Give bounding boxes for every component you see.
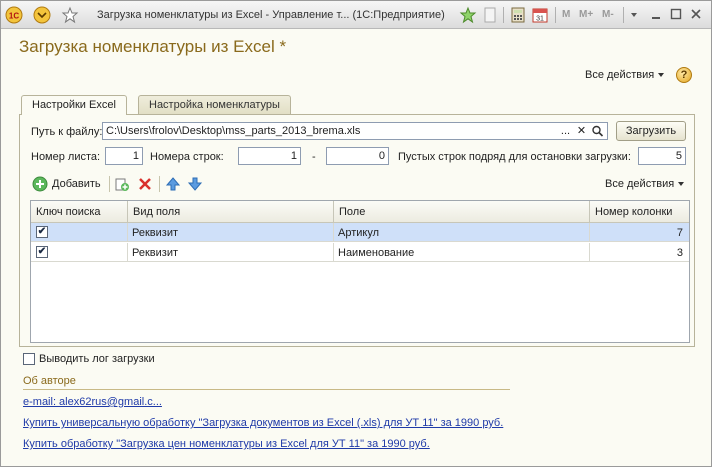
toolbar-separator [623,7,624,23]
add-button[interactable]: Добавить [32,176,104,192]
maximize-icon[interactable] [669,7,683,21]
sheet-number-label: Номер листа: [31,151,101,163]
column-number-cell[interactable]: 3 [590,243,689,262]
table-row[interactable]: ✔ Реквизит Артикул 7 [31,223,689,242]
calculator-icon[interactable] [509,6,527,24]
title-bar: 1С Загрузка номенклатуры из Excel - Упра… [1,1,711,29]
about-divider [23,389,510,390]
help-icon[interactable]: ? [676,67,692,83]
search-key-checkbox[interactable]: ✔ [36,226,48,238]
svg-text:1С: 1С [9,12,19,21]
toolbar-separator [109,176,110,192]
select-file-button[interactable]: ... [558,123,573,139]
buy-documents-processing-link[interactable]: Купить универсальную обработку "Загрузка… [23,417,503,429]
column-header-field[interactable]: Поле [334,201,590,223]
menu-dropdown-icon[interactable] [33,6,51,24]
search-key-cell[interactable]: ✔ [31,243,128,262]
about-author-heading: Об авторе [23,375,76,387]
tab-excel-settings[interactable]: Настройки Excel [21,95,127,115]
table-all-actions-menu[interactable]: Все действия [605,178,685,190]
close-icon[interactable] [689,7,703,21]
chevron-down-icon[interactable] [625,6,643,24]
minimize-icon[interactable] [649,7,663,21]
memory-m-button[interactable]: M [562,9,570,20]
calendar-icon[interactable]: 31 [531,6,549,24]
memory-minus-button[interactable]: M- [602,9,614,20]
email-link[interactable]: e-mail: alex62rus@gmail.c... [23,396,162,408]
move-up-icon[interactable] [165,176,181,192]
1c-logo-icon[interactable]: 1С [5,6,23,24]
add-icon [32,176,48,192]
toolbar-separator [555,7,556,23]
delete-icon[interactable] [137,176,153,192]
empty-rows-label: Пустых строк подряд для остановки загруз… [398,151,631,163]
sheet-number-input[interactable]: 1 [105,147,143,165]
buy-prices-processing-link[interactable]: Купить обработку "Загрузка цен номенклат… [23,438,430,450]
row-range-dash: - [312,151,316,163]
empty-rows-input[interactable]: 5 [638,147,686,165]
table-row[interactable]: ✔ Реквизит Наименование 3 [31,243,689,262]
column-header-field-kind[interactable]: Вид поля [128,201,334,223]
form-all-actions-menu[interactable]: Все действия [585,69,665,81]
file-field-buttons: ... ✕ [558,123,607,139]
table-all-actions-label: Все действия [605,178,675,190]
svg-text:31: 31 [536,16,544,23]
column-number-cell[interactable]: 7 [590,223,689,242]
window-title: Загрузка номенклатуры из Excel - Управле… [97,9,445,21]
log-checkbox-label: Выводить лог загрузки [39,353,155,365]
column-header-column-number[interactable]: Номер колонки [590,201,689,223]
caret-down-icon [678,182,685,187]
file-path-label: Путь к файлу: [31,126,103,138]
add-favorite-icon[interactable] [459,6,477,24]
clear-icon[interactable]: ✕ [574,123,589,139]
field-cell[interactable]: Наименование [334,243,590,262]
column-header-search-key[interactable]: Ключ поиска [31,201,128,223]
field-cell[interactable]: Артикул [334,223,590,242]
move-down-icon[interactable] [187,176,203,192]
favorite-star-icon[interactable] [61,6,79,24]
toolbar-separator [159,176,160,192]
fields-table[interactable]: Ключ поиска Вид поля Поле Номер колонки … [30,200,690,343]
file-path-input[interactable]: C:\Users\frolov\Desktop\mss_parts_2013_b… [102,122,608,140]
add-button-label: Добавить [52,178,101,190]
page-title: Загрузка номенклатуры из Excel * [19,37,287,56]
search-key-checkbox[interactable]: ✔ [36,246,48,258]
log-checkbox[interactable] [23,353,35,365]
row-numbers-label: Номера строк: [150,151,224,163]
search-key-cell[interactable]: ✔ [31,223,128,242]
field-kind-cell[interactable]: Реквизит [128,243,334,262]
copy-row-icon[interactable] [114,176,130,192]
all-actions-label: Все действия [585,69,655,81]
load-button[interactable]: Загрузить [616,121,686,141]
log-checkbox-row[interactable]: Выводить лог загрузки [23,352,193,366]
caret-down-icon [658,73,665,78]
row-to-input[interactable]: 0 [326,147,389,165]
app-window: 1С Загрузка номенклатуры из Excel - Упра… [0,0,712,467]
file-path-value: C:\Users\frolov\Desktop\mss_parts_2013_b… [106,125,361,137]
tab-nomenclature-settings[interactable]: Настройка номенклатуры [138,95,291,114]
memory-plus-button[interactable]: M+ [579,9,593,20]
row-from-input[interactable]: 1 [238,147,301,165]
field-kind-cell[interactable]: Реквизит [128,223,334,242]
toolbar-separator [503,7,504,23]
search-icon[interactable] [590,123,605,139]
document-icon[interactable] [481,6,499,24]
